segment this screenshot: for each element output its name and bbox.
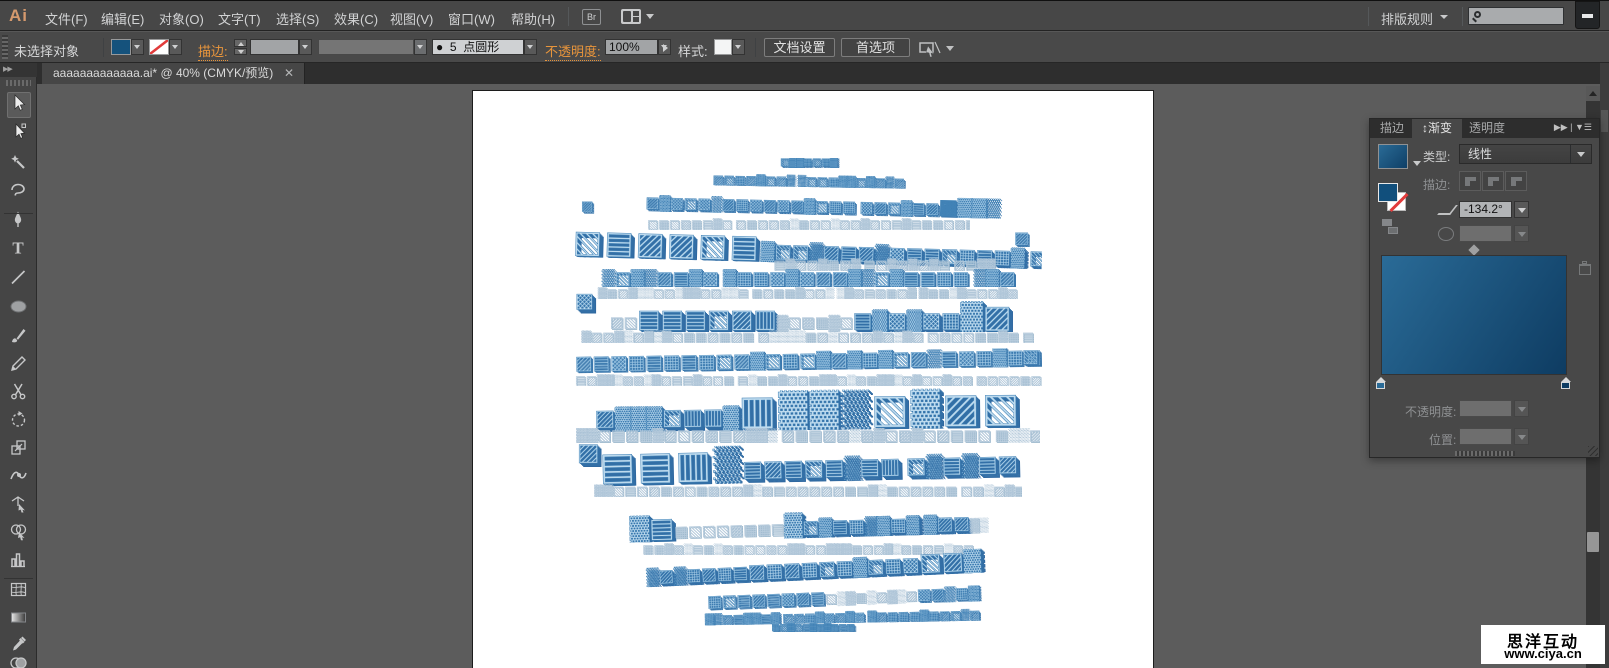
svg-text:T: T: [12, 239, 24, 258]
